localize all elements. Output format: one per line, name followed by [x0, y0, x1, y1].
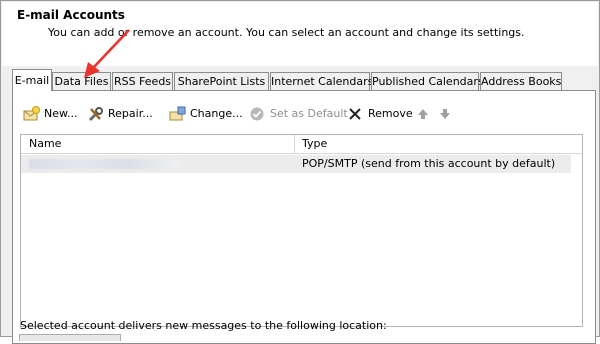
red-arrow-annotation [84, 29, 130, 78]
tab-email[interactable]: E-mail [12, 69, 52, 91]
arrow-shaft [92, 29, 130, 69]
account-settings-window: E-mail Accounts You can add or remove an… [0, 0, 600, 344]
